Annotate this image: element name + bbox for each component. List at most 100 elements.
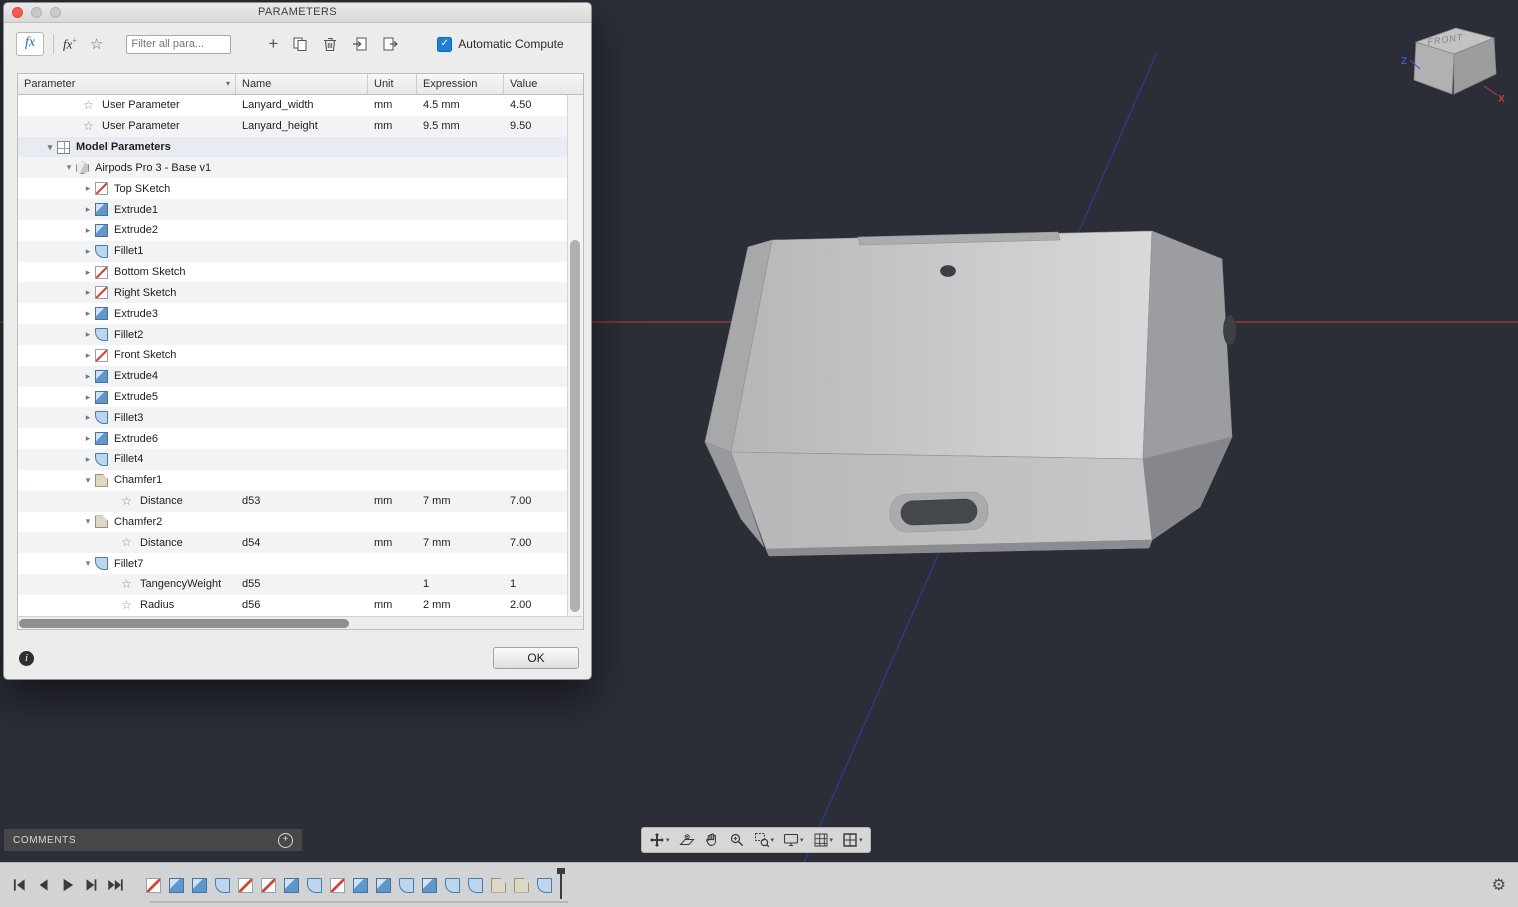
table-row[interactable]: ▸ Fillet1 xyxy=(18,240,568,262)
table-row[interactable]: ▾ Airpods Pro 3 - Base v1 xyxy=(18,157,568,179)
timeline-extrude-icon[interactable] xyxy=(284,877,299,893)
ok-button[interactable]: OK xyxy=(493,647,579,669)
timeline-chamfer-icon[interactable] xyxy=(491,877,506,893)
table-row[interactable]: ▸ Extrude2 xyxy=(18,220,567,241)
view-cube[interactable]: FRONT Z X xyxy=(1398,14,1510,106)
zoom-window-button-titlebar[interactable] xyxy=(50,7,61,18)
table-row[interactable]: ☆ Distance d53 mm 7 mm 7.00 xyxy=(18,490,568,512)
cell-name[interactable]: Lanyard_width xyxy=(236,99,368,111)
look-at-button[interactable] xyxy=(675,830,699,850)
table-row[interactable]: ▸ Bottom Sketch xyxy=(18,262,567,283)
viewports-button[interactable]: ▾ xyxy=(838,830,867,850)
cell-expression[interactable]: 4.5 mm xyxy=(417,99,504,111)
cell-name[interactable]: d56 xyxy=(236,599,368,611)
chevron-right-icon[interactable]: ▸ xyxy=(81,412,95,423)
cell-name[interactable]: d53 xyxy=(236,495,368,507)
close-window-button[interactable] xyxy=(12,7,23,18)
table-row[interactable]: ▾ Fillet7 xyxy=(18,553,567,574)
table-row[interactable]: ☆ User Parameter Lanyard_width mm 4.5 mm 4.50 xyxy=(18,95,567,116)
cell-expression[interactable]: 9.5 mm xyxy=(417,120,504,132)
play-button[interactable] xyxy=(58,876,76,894)
copy-parameter-icon[interactable] xyxy=(292,36,308,52)
chevron-right-icon[interactable]: ▸ xyxy=(81,204,95,215)
table-row[interactable]: ▸ Extrude6 xyxy=(18,428,567,449)
add-user-parameter-button[interactable]: fx xyxy=(16,32,44,56)
vertical-scrollbar[interactable] xyxy=(567,95,583,616)
chevron-down-icon[interactable]: ▾ xyxy=(81,558,95,569)
cell-name[interactable]: Lanyard_height xyxy=(236,120,368,132)
chevron-down-icon[interactable]: ▾ xyxy=(62,162,76,173)
automatic-compute-checkbox[interactable]: ✓ xyxy=(437,36,453,52)
chevron-right-icon[interactable]: ▸ xyxy=(81,183,95,194)
chevron-down-icon[interactable]: ▾ xyxy=(43,142,57,153)
chevron-right-icon[interactable]: ▸ xyxy=(81,329,95,340)
timeline-track[interactable] xyxy=(150,901,568,903)
timeline-extrude-icon[interactable] xyxy=(353,877,368,893)
timeline-fillet-icon[interactable] xyxy=(468,877,483,893)
zoom-button[interactable] xyxy=(725,830,749,850)
timeline-extrude-icon[interactable] xyxy=(169,877,184,893)
column-header-unit[interactable]: Unit xyxy=(368,74,417,94)
export-csv-icon[interactable] xyxy=(382,36,399,52)
step-forward-button[interactable] xyxy=(82,876,100,894)
timeline-extrude-icon[interactable] xyxy=(376,877,391,893)
favorites-filter-icon[interactable]: ☆ xyxy=(90,35,103,53)
add-comment-icon[interactable]: + xyxy=(278,832,293,848)
chevron-right-icon[interactable]: ▸ xyxy=(81,392,95,403)
chevron-right-icon[interactable]: ▸ xyxy=(81,246,95,257)
table-row[interactable]: ▸ Extrude1 xyxy=(18,199,568,220)
chevron-right-icon[interactable]: ▸ xyxy=(81,433,95,444)
table-row[interactable]: ▸ Top SKetch xyxy=(18,178,567,199)
column-header-expression[interactable]: Expression xyxy=(417,74,504,94)
timeline-fillet-icon[interactable] xyxy=(307,877,322,893)
timeline-fillet-icon[interactable] xyxy=(399,877,414,893)
timeline-fillet-icon[interactable] xyxy=(537,877,552,893)
grid-settings-button[interactable]: ▾ xyxy=(809,830,838,850)
table-row[interactable]: ▸ Fillet4 xyxy=(18,449,568,470)
column-header-name[interactable]: Name xyxy=(236,74,368,94)
step-back-button[interactable] xyxy=(34,876,52,894)
chevron-right-icon[interactable]: ▸ xyxy=(81,371,95,382)
import-csv-icon[interactable] xyxy=(352,36,368,52)
display-settings-button[interactable]: ▾ xyxy=(779,830,808,850)
chevron-right-icon[interactable]: ▸ xyxy=(81,287,95,298)
delete-parameter-icon[interactable] xyxy=(322,36,338,52)
go-to-end-button[interactable] xyxy=(106,876,124,894)
chevron-right-icon[interactable]: ▸ xyxy=(81,267,95,278)
automatic-compute-toggle[interactable]: ✓ Automatic Compute xyxy=(437,36,564,52)
table-row[interactable]: ▾ Chamfer2 xyxy=(18,512,567,533)
column-header-value[interactable]: Value xyxy=(504,74,585,94)
timeline-fillet-icon[interactable] xyxy=(445,877,460,893)
chevron-right-icon[interactable]: ▸ xyxy=(81,308,95,319)
orbit-button[interactable] xyxy=(700,830,724,850)
cell-expression[interactable]: 7 mm xyxy=(417,495,504,507)
timeline-fillet-icon[interactable] xyxy=(215,877,230,893)
timeline-sketch-icon[interactable] xyxy=(146,877,161,893)
chevron-down-icon[interactable]: ▾ xyxy=(81,516,95,527)
dialog-titlebar[interactable]: PARAMETERS xyxy=(4,3,591,23)
table-row[interactable]: ▾ Model Parameters xyxy=(18,136,568,158)
comments-bar[interactable]: COMMENTS + xyxy=(4,829,302,851)
cell-name[interactable]: d54 xyxy=(236,537,368,549)
timeline-extrude-icon[interactable] xyxy=(422,877,437,893)
filter-input[interactable] xyxy=(126,34,232,54)
chevron-right-icon[interactable]: ▸ xyxy=(81,350,95,361)
pan-button[interactable]: ▾ xyxy=(645,830,674,850)
cell-name[interactable]: d55 xyxy=(236,578,368,590)
insert-parameter-icon[interactable]: fx+ xyxy=(63,36,81,52)
go-to-start-button[interactable] xyxy=(10,876,28,894)
table-row[interactable]: ▸ Right Sketch xyxy=(18,282,568,304)
minimize-window-button[interactable] xyxy=(31,7,42,18)
add-parameter-icon[interactable]: + xyxy=(268,35,278,52)
table-row[interactable]: ▾ Chamfer1 xyxy=(18,470,567,491)
cell-expression[interactable]: 7 mm xyxy=(417,537,504,549)
table-row[interactable]: ▸ Extrude5 xyxy=(18,387,567,408)
timeline-sketch-icon[interactable] xyxy=(330,877,345,893)
timeline-sketch-icon[interactable] xyxy=(261,877,276,893)
table-row[interactable]: ▸ Fillet2 xyxy=(18,324,568,345)
horizontal-scrollbar[interactable] xyxy=(17,616,584,630)
cell-expression[interactable]: 1 xyxy=(417,578,504,590)
table-row[interactable]: ▸ Extrude4 xyxy=(18,365,568,387)
table-row[interactable]: ▸ Fillet3 xyxy=(18,407,568,429)
chevron-down-icon[interactable]: ▾ xyxy=(81,475,95,486)
